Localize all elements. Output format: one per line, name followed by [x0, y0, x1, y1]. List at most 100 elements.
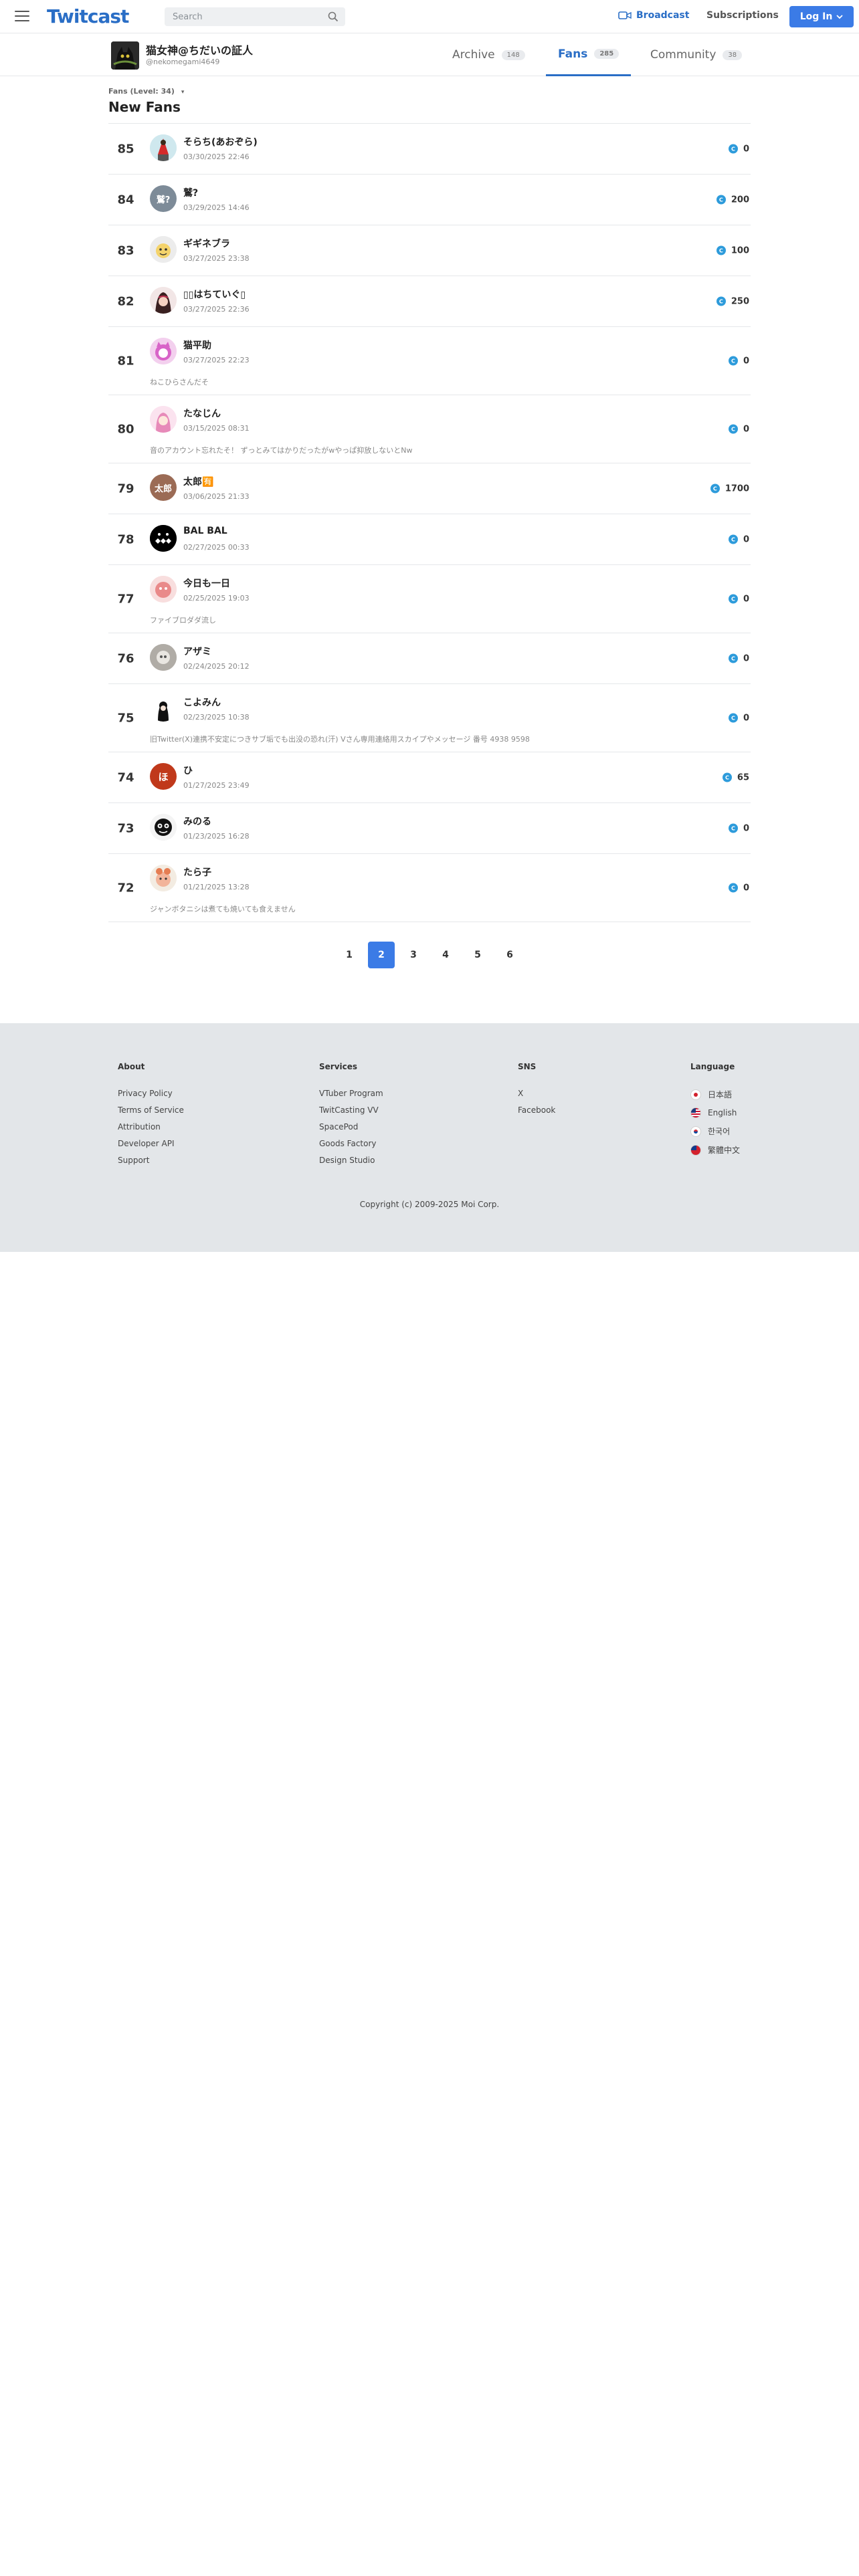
footer-link-vtuber[interactable]: VTuber Program	[319, 1089, 383, 1098]
fan-date: 01/27/2025 23:49	[183, 781, 250, 790]
fan-row[interactable]: 77 今日も一日 02/25/2025 19:03 ファイブロダダ流し C0	[108, 565, 751, 633]
footer-link-goods-factory[interactable]: Goods Factory	[319, 1139, 383, 1148]
fan-avatar[interactable]	[150, 236, 177, 263]
fan-row[interactable]: 76 アザミ 02/24/2025 20:12 C0	[108, 633, 751, 684]
broadcast-button[interactable]: Broadcast	[618, 10, 689, 21]
fan-row[interactable]: 81 猫平助 03/27/2025 22:23 ねこひらさんだそ C0	[108, 327, 751, 395]
footer-link-support[interactable]: Support	[118, 1156, 184, 1165]
footer-about: About Privacy Policy Terms of Service At…	[118, 1062, 184, 1172]
coin-count: 0	[743, 534, 749, 544]
tab-label: Archive	[452, 48, 495, 62]
fan-row[interactable]: 72 たら子 01/21/2025 13:28 ジャンボタニシは煮ても焼いても食…	[108, 854, 751, 922]
fan-avatar[interactable]: 鷲?	[150, 185, 177, 212]
fan-name[interactable]: BAL BAL	[183, 526, 227, 536]
fan-rank: 79	[117, 481, 134, 496]
tab-community[interactable]: Community 38	[650, 33, 743, 76]
fan-rank: 75	[117, 711, 134, 725]
fan-name[interactable]: そらち(あおぞら)	[183, 135, 258, 148]
fan-avatar[interactable]	[150, 406, 177, 433]
fan-list: 85 そらち(あおぞら) 03/30/2025 22:46 C0 84 鷲? 鷲…	[108, 123, 751, 922]
fan-avatar[interactable]	[150, 576, 177, 603]
fan-avatar[interactable]	[150, 644, 177, 671]
subscriptions-link[interactable]: Subscriptions	[706, 10, 779, 21]
search-icon[interactable]	[328, 11, 339, 22]
fan-row[interactable]: 80 たなじん 03/15/2025 08:31 音のアカウント忘れたそ！ ずっ…	[108, 395, 751, 463]
search-box[interactable]	[165, 7, 345, 26]
footer-link-x[interactable]: X	[518, 1089, 555, 1098]
search-input[interactable]	[165, 7, 318, 26]
fan-row[interactable]: 84 鷲? 鷲? 03/29/2025 14:46 C 200	[108, 175, 751, 225]
camera-icon	[618, 11, 632, 19]
fan-name[interactable]: 猫平助	[183, 338, 211, 352]
twitcast-logo[interactable]: Twitcast	[47, 5, 129, 27]
fan-avatar[interactable]	[150, 695, 177, 722]
footer-link-privacy[interactable]: Privacy Policy	[118, 1089, 184, 1098]
fan-name[interactable]: 鷲?	[183, 186, 198, 199]
fan-row[interactable]: 75 こよみん 02/23/2025 10:38 旧Twitter(X)連携不安…	[108, 684, 751, 752]
fan-row[interactable]: 74 ほ ひ 01/27/2025 23:49 C 65	[108, 752, 751, 803]
fan-level-dropdown[interactable]: Fans (Level: 34) ▾	[108, 87, 184, 96]
page-button-2[interactable]: 2	[368, 942, 395, 968]
language-english[interactable]: English	[690, 1107, 740, 1118]
fan-name[interactable]: 今日も一日	[183, 576, 230, 590]
fan-coins: C 200	[716, 195, 749, 205]
fan-avatar[interactable]	[150, 287, 177, 314]
login-button[interactable]: Log In	[789, 6, 854, 27]
coin-count: 100	[731, 245, 749, 255]
footer-link-design-studio[interactable]: Design Studio	[319, 1156, 383, 1165]
fan-name[interactable]: ギギネブラ	[183, 237, 230, 250]
fan-rank: 78	[117, 532, 134, 546]
fan-avatar[interactable]	[150, 525, 177, 552]
fan-name[interactable]: たなじん	[183, 407, 221, 420]
fan-date: 02/27/2025 00:33	[183, 543, 250, 552]
fan-name[interactable]: アザミ	[183, 645, 211, 658]
fan-avatar[interactable]: 太郎	[150, 474, 177, 501]
fan-row[interactable]: 73 みのる 01/23/2025 16:28 C0	[108, 803, 751, 854]
language-japanese[interactable]: 日本語	[690, 1089, 740, 1100]
fan-avatar[interactable]	[150, 865, 177, 891]
fan-name[interactable]: 太郎🈶	[183, 475, 213, 488]
language-traditional-chinese[interactable]: 繁體中文	[690, 1144, 740, 1156]
fan-row[interactable]: 82 ▯▯はちていぐ▯ 03/27/2025 22:36 C 250	[108, 276, 751, 327]
footer-link-facebook[interactable]: Facebook	[518, 1105, 555, 1115]
page-button-4[interactable]: 4	[432, 942, 459, 968]
fan-row[interactable]: 79 太郎 太郎🈶 03/06/2025 21:33 C 1700	[108, 463, 751, 514]
footer-link-spacepod[interactable]: SpacePod	[319, 1122, 383, 1132]
fan-name[interactable]: ひ	[183, 764, 193, 777]
footer-link-terms[interactable]: Terms of Service	[118, 1105, 184, 1115]
profile-name[interactable]: 猫女神@ちだいの証人	[146, 41, 253, 58]
tab-label: Community	[650, 48, 717, 62]
fan-name[interactable]: たら子	[183, 865, 211, 879]
tab-archive[interactable]: Archive 148	[452, 33, 525, 76]
pagination: 1 2 3 4 5 6	[0, 942, 859, 968]
footer-link-attribution[interactable]: Attribution	[118, 1122, 184, 1132]
coin-count: 0	[743, 883, 749, 893]
footer-link-twitcasting-vv[interactable]: TwitCasting VV	[319, 1105, 383, 1115]
fan-row[interactable]: 78 BAL BAL 02/27/2025 00:33 C0	[108, 514, 751, 565]
fan-avatar[interactable]	[150, 814, 177, 841]
hamburger-menu-icon[interactable]	[15, 11, 29, 21]
page-button-1[interactable]: 1	[336, 942, 363, 968]
footer-heading: Services	[319, 1062, 358, 1071]
fan-name[interactable]: みのる	[183, 815, 211, 828]
footer-link-developer-api[interactable]: Developer API	[118, 1139, 184, 1148]
fan-row[interactable]: 83 ギギネブラ 03/27/2025 23:38 C 100	[108, 225, 751, 276]
tab-fans[interactable]: Fans 285	[546, 33, 632, 76]
fan-avatar[interactable]: ほ	[150, 763, 177, 790]
page-button-6[interactable]: 6	[496, 942, 523, 968]
fan-coins: C0	[728, 653, 749, 663]
fan-avatar[interactable]	[150, 134, 177, 161]
page-button-5[interactable]: 5	[464, 942, 491, 968]
fan-rank: 82	[117, 294, 134, 308]
language-label: English	[708, 1108, 737, 1117]
fan-avatar[interactable]	[150, 338, 177, 364]
fan-name[interactable]: ▯▯はちていぐ▯	[183, 288, 246, 301]
fan-row[interactable]: 85 そらち(あおぞら) 03/30/2025 22:46 C0	[108, 124, 751, 175]
fan-coins: C0	[728, 594, 749, 604]
coin-count: 0	[743, 823, 749, 833]
page-button-3[interactable]: 3	[400, 942, 427, 968]
language-korean[interactable]: 한국어	[690, 1125, 740, 1137]
fan-rank: 72	[117, 881, 134, 895]
profile-avatar[interactable]	[111, 41, 139, 70]
fan-name[interactable]: こよみん	[183, 695, 221, 709]
